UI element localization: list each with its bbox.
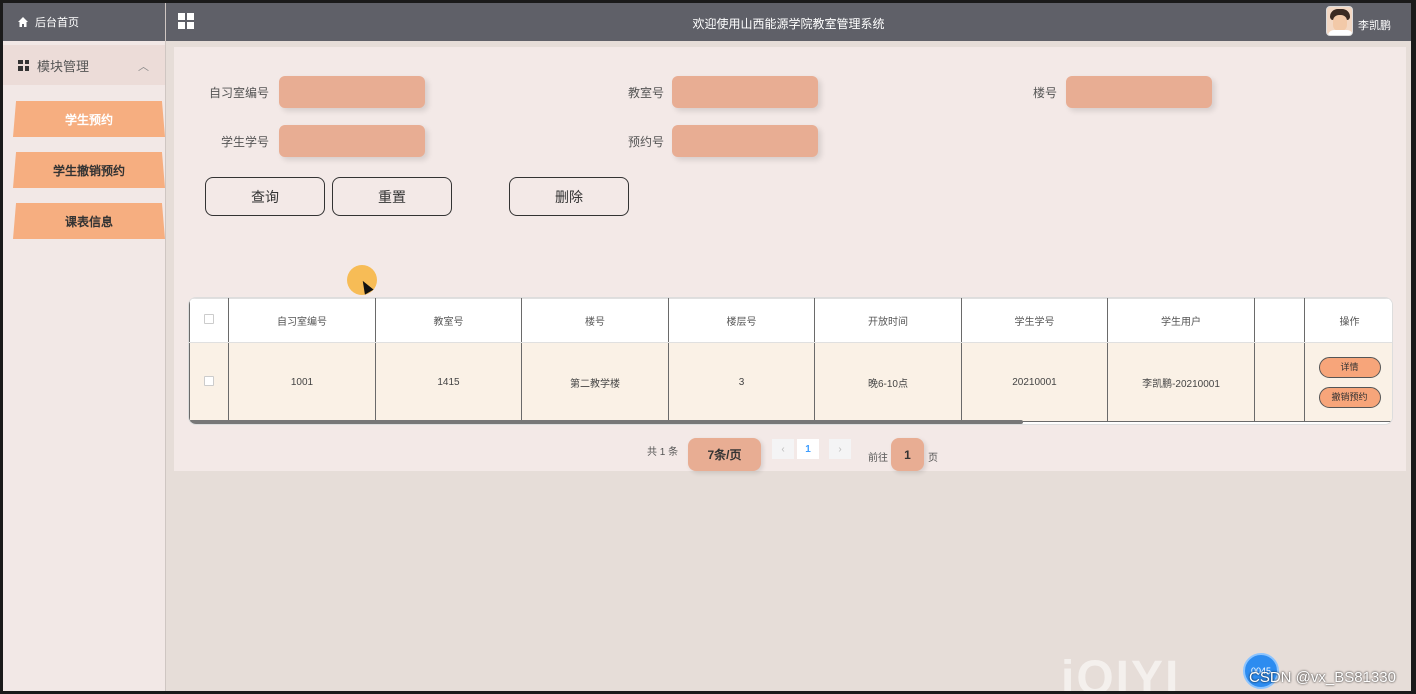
top-header: 欢迎使用山西能源学院教室管理系统 李凯鹏 bbox=[166, 3, 1411, 41]
prev-page-button[interactable]: ‹ bbox=[772, 439, 794, 459]
app-window: 后台首页 模块管理 ︿ 学生预约 学生撤销预约 课表信息 欢迎使用山西能源学院教… bbox=[3, 3, 1411, 691]
table-cell: 1415 bbox=[375, 342, 522, 422]
delete-button[interactable]: 删除 bbox=[509, 177, 629, 216]
cancel-reservation-button[interactable]: 撤销预约 bbox=[1318, 386, 1381, 408]
page-number-1[interactable]: 1 bbox=[797, 439, 819, 459]
reset-button[interactable]: 重置 bbox=[332, 177, 452, 216]
classroom-no-label: 教室号 bbox=[627, 86, 664, 100]
sidebar-item-timetable[interactable]: 课表信息 bbox=[13, 203, 165, 239]
table-cell bbox=[1254, 342, 1305, 422]
page-size-select[interactable]: 7条/页 bbox=[688, 438, 761, 471]
column-header: 开放时间 bbox=[814, 298, 962, 343]
iqiyi-watermark: iQIYI bbox=[1061, 652, 1181, 691]
avatar[interactable] bbox=[1326, 6, 1353, 36]
student-id-label: 学生学号 bbox=[220, 135, 269, 149]
column-header: 楼层号 bbox=[668, 298, 815, 343]
row-select-cell[interactable] bbox=[189, 342, 229, 422]
sidebar-home[interactable]: 后台首页 bbox=[3, 3, 165, 41]
page-suffix: 页 bbox=[928, 453, 938, 464]
csdn-watermark: CSDN @vx_BS81330 bbox=[1249, 669, 1396, 686]
sidebar-item-student-reservation[interactable]: 学生预约 bbox=[13, 101, 165, 137]
table-cell: 晚6-10点 bbox=[814, 342, 962, 422]
column-header: 楼号 bbox=[521, 298, 669, 343]
goto-label: 前往 bbox=[868, 453, 888, 464]
table-cell: 李凯鹏-20210001 bbox=[1107, 342, 1255, 422]
column-header: 学生学号 bbox=[961, 298, 1108, 343]
select-all-checkbox[interactable] bbox=[204, 314, 214, 324]
query-button[interactable]: 查询 bbox=[205, 177, 325, 216]
page-title: 欢迎使用山西能源学院教室管理系统 bbox=[692, 17, 885, 31]
actions-cell: 详情 撤销预约 bbox=[1304, 342, 1392, 422]
sidebar-item-label: 学生预约 bbox=[64, 112, 113, 127]
classroom-no-input[interactable] bbox=[672, 76, 818, 108]
reservation-no-label: 预约号 bbox=[627, 135, 664, 149]
sidebar-item-label: 学生撤销预约 bbox=[52, 163, 125, 178]
column-header-actions: 操作 bbox=[1304, 298, 1392, 343]
detail-button[interactable]: 详情 bbox=[1318, 356, 1381, 378]
sidebar-home-label: 后台首页 bbox=[35, 17, 79, 29]
reservation-no-input[interactable] bbox=[672, 125, 818, 157]
data-table: 自习室编号 教室号 楼号 楼层号 开放时间 学生学号 学生用户 操作 1001 … bbox=[188, 297, 1393, 425]
column-header bbox=[1254, 298, 1305, 343]
horizontal-scrollbar[interactable] bbox=[189, 420, 1023, 424]
pagination-total: 共 1 条 bbox=[647, 447, 679, 458]
building-no-input[interactable] bbox=[1066, 76, 1212, 108]
column-header: 学生用户 bbox=[1107, 298, 1255, 343]
row-checkbox[interactable] bbox=[204, 375, 214, 386]
goto-page-input[interactable] bbox=[891, 438, 924, 471]
sidebar-item-student-cancel[interactable]: 学生撤销预约 bbox=[13, 152, 165, 188]
home-icon bbox=[17, 16, 29, 28]
table-cell: 20210001 bbox=[961, 342, 1108, 422]
table-cell: 1001 bbox=[228, 342, 376, 422]
study-room-no-label: 自习室编号 bbox=[208, 86, 269, 100]
table-cell: 3 bbox=[668, 342, 815, 422]
column-header: 教室号 bbox=[375, 298, 522, 343]
content-panel: 自习室编号 教室号 楼号 学生学号 预约号 查询 重置 删除 自习室编号 教室号… bbox=[174, 47, 1406, 471]
sidebar-module-management[interactable]: 模块管理 ︿ bbox=[3, 45, 165, 85]
next-page-button[interactable]: › bbox=[829, 439, 851, 459]
select-all-cell[interactable] bbox=[189, 298, 229, 343]
table-cell: 第二教学楼 bbox=[521, 342, 669, 422]
table-row: 1001 1415 第二教学楼 3 晚6-10点 20210001 李凯鹏-20… bbox=[189, 342, 1392, 422]
table-header-row: 自习室编号 教室号 楼号 楼层号 开放时间 学生学号 学生用户 操作 bbox=[189, 298, 1392, 343]
column-header: 自习室编号 bbox=[228, 298, 376, 343]
grid-icon bbox=[18, 59, 29, 71]
student-id-input[interactable] bbox=[279, 125, 425, 157]
chevron-up-icon: ︿ bbox=[138, 61, 149, 73]
sidebar: 后台首页 模块管理 ︿ 学生预约 学生撤销预约 课表信息 bbox=[3, 3, 166, 691]
sidebar-item-label: 课表信息 bbox=[64, 214, 113, 229]
sidebar-module-label: 模块管理 bbox=[37, 58, 90, 74]
username[interactable]: 李凯鹏 bbox=[1358, 17, 1391, 33]
study-room-no-input[interactable] bbox=[279, 76, 425, 108]
building-no-label: 楼号 bbox=[1032, 86, 1057, 100]
